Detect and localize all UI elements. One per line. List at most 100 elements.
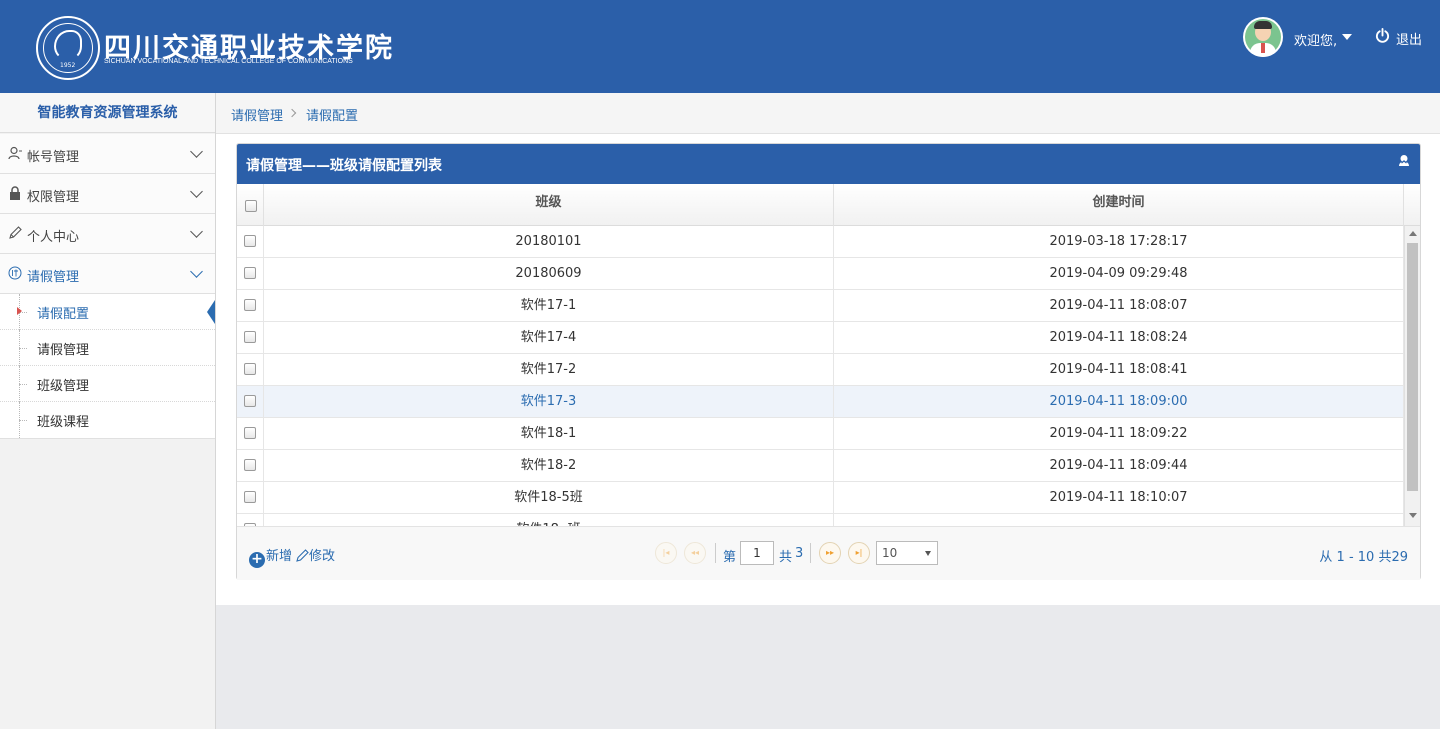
cell-class: 软件17-1 [264, 290, 834, 322]
row-checkbox[interactable] [244, 299, 256, 311]
cell-created-time [834, 514, 1404, 526]
page-size-value: 10 [882, 546, 898, 560]
pagination-bar: +新增 修改 |◂ ◂◂ 第 共 3 ▸▸ ▸| 10 从 1 - 10 共29 [237, 526, 1420, 580]
page-prefix: 第 [723, 550, 737, 565]
college-name-en: SICHUAN VOCATIONAL AND TECHNICAL COLLEGE… [104, 58, 353, 65]
row-checkbox[interactable] [244, 235, 256, 247]
table-row[interactable]: 软件18- 班 [237, 514, 1404, 526]
next-page-icon[interactable]: ▸▸ [819, 542, 841, 564]
sidebar-menu: 帐号管理 权限管理 个人中心 请假管理 请假配置 请假管理 班级管理 班级课程 [0, 134, 215, 439]
select-all-checkbox[interactable] [245, 200, 257, 212]
cell-class: 20180609 [264, 258, 834, 290]
sidebar-item-permission[interactable]: 权限管理 [0, 174, 215, 214]
user-menu-caret-icon[interactable] [1342, 34, 1352, 40]
record-range: 从 1 - 10 共29 [1319, 550, 1408, 565]
panel-header: 请假管理——班级请假配置列表 [237, 144, 1420, 184]
row-checkbox[interactable] [244, 491, 256, 503]
submenu-item-label: 请假管理 [37, 343, 90, 358]
column-header-class[interactable]: 班级 [264, 184, 834, 226]
row-checkbox[interactable] [244, 459, 256, 471]
submenu-item-class-manage[interactable]: 班级管理 [0, 366, 215, 402]
scroll-down-icon[interactable] [1409, 513, 1417, 518]
sidebar-item-label: 个人中心 [27, 230, 80, 245]
table-row[interactable]: 软件17-2 2019-04-11 18:08:41 [237, 354, 1404, 386]
submenu-item-leave-manage[interactable]: 请假管理 [0, 330, 215, 366]
row-checkbox[interactable] [244, 331, 256, 343]
sidebar-item-profile[interactable]: 个人中心 [0, 214, 215, 254]
row-checkbox[interactable] [244, 267, 256, 279]
chevron-down-icon [190, 185, 203, 198]
welcome-text[interactable]: 欢迎您, [1294, 30, 1337, 49]
cell-class: 软件18- 班 [264, 514, 834, 526]
add-button[interactable]: + 新增 [249, 545, 293, 568]
scroll-up-icon[interactable] [1409, 231, 1417, 236]
breadcrumb-separator-icon [287, 108, 297, 118]
cell-created-time: 2019-04-11 18:09:44 [834, 450, 1404, 482]
column-header-created-time[interactable]: 创建时间 [834, 184, 1404, 226]
last-page-icon[interactable]: ▸| [848, 542, 870, 564]
cell-class: 软件18-2 [264, 450, 834, 482]
power-icon[interactable] [1375, 28, 1390, 43]
leave-icon [8, 266, 22, 280]
cell-class: 软件17-2 [264, 354, 834, 386]
sidebar-item-account[interactable]: 帐号管理 [0, 134, 215, 174]
user-icon [8, 146, 22, 160]
submenu-item-label: 请假配置 [37, 307, 90, 322]
chevron-down-icon [190, 225, 203, 238]
pencil-icon [9, 226, 22, 239]
submenu-item-label: 班级管理 [37, 379, 90, 394]
logout-link[interactable]: 退出 [1396, 29, 1422, 48]
college-logo: 1952 [36, 16, 100, 80]
edit-button-label: 修改 [309, 549, 336, 564]
page-size-select[interactable]: 10 [876, 541, 938, 565]
breadcrumb-item-leave[interactable]: 请假管理 [231, 105, 283, 124]
page-number-input[interactable] [740, 541, 774, 565]
collapse-icon[interactable] [1397, 154, 1411, 168]
chevron-down-icon [190, 145, 203, 158]
table-row[interactable]: 软件17-3 2019-04-11 18:09:00 [237, 386, 1404, 418]
cell-created-time: 2019-04-11 18:08:07 [834, 290, 1404, 322]
table-row[interactable]: 软件18-5班 2019-04-11 18:10:07 [237, 482, 1404, 514]
submenu-item-leave-config[interactable]: 请假配置 [0, 294, 215, 330]
first-page-icon[interactable]: |◂ [655, 542, 677, 564]
cell-created-time: 2019-03-18 17:28:17 [834, 226, 1404, 258]
vertical-scrollbar[interactable] [1404, 226, 1420, 526]
leave-config-panel: 请假管理——班级请假配置列表 班级 创建时间 20180101 2019-03-… [236, 143, 1421, 580]
active-notch-icon [207, 300, 215, 324]
dropdown-arrow-icon [925, 551, 931, 556]
scroll-thumb[interactable] [1407, 243, 1418, 491]
table-row[interactable]: 软件17-4 2019-04-11 18:08:24 [237, 322, 1404, 354]
sidebar-item-label: 帐号管理 [27, 150, 80, 165]
breadcrumb: 请假管理 请假配置 [216, 93, 1440, 134]
system-title: 智能教育资源管理系统 [0, 93, 215, 133]
user-avatar[interactable] [1243, 17, 1283, 57]
breadcrumb-item-config[interactable]: 请假配置 [306, 105, 358, 124]
cell-created-time: 2019-04-11 18:10:07 [834, 482, 1404, 514]
sidebar-item-label: 请假管理 [27, 270, 80, 285]
panel-title: 请假管理——班级请假配置列表 [246, 158, 442, 174]
table-row[interactable]: 20180101 2019-03-18 17:28:17 [237, 226, 1404, 258]
table-row[interactable]: 20180609 2019-04-09 09:29:48 [237, 258, 1404, 290]
submenu-item-class-course[interactable]: 班级课程 [0, 402, 215, 438]
table-header: 班级 创建时间 [237, 184, 1420, 226]
cell-class: 软件17-3 [264, 386, 834, 418]
row-checkbox[interactable] [244, 395, 256, 407]
cell-class: 软件17-4 [264, 322, 834, 354]
table-row[interactable]: 软件18-2 2019-04-11 18:09:44 [237, 450, 1404, 482]
edit-button[interactable]: 修改 [295, 545, 335, 564]
add-button-label: 新增 [266, 549, 293, 564]
sidebar-item-leave[interactable]: 请假管理 [0, 254, 215, 294]
row-checkbox[interactable] [244, 427, 256, 439]
submenu-item-label: 班级课程 [37, 415, 90, 430]
chevron-down-icon [190, 265, 203, 278]
row-checkbox[interactable] [244, 363, 256, 375]
cell-created-time: 2019-04-09 09:29:48 [834, 258, 1404, 290]
plus-circle-icon: + [249, 552, 265, 568]
sidebar: 智能教育资源管理系统 帐号管理 权限管理 个人中心 请假管理 请假配置 请假管理… [0, 93, 216, 729]
table-body: 20180101 2019-03-18 17:28:17 20180609 20… [237, 226, 1420, 526]
table-row[interactable]: 软件18-1 2019-04-11 18:09:22 [237, 418, 1404, 450]
table-row[interactable]: 软件17-1 2019-04-11 18:08:07 [237, 290, 1404, 322]
cell-created-time: 2019-04-11 18:08:41 [834, 354, 1404, 386]
prev-page-icon[interactable]: ◂◂ [684, 542, 706, 564]
cell-created-time: 2019-04-11 18:08:24 [834, 322, 1404, 354]
